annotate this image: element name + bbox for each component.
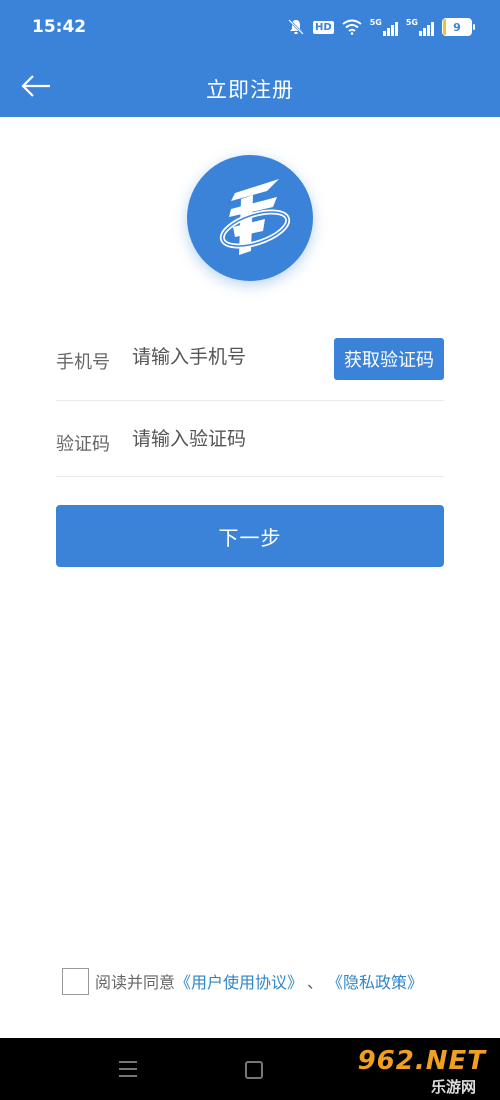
watermark-bottom: 乐游网 xyxy=(430,1078,476,1096)
signal-5g-icon-1: 5G xyxy=(370,18,398,36)
agreement-checkbox[interactable] xyxy=(62,967,89,995)
status-icons: HD 5G 5G 9 xyxy=(287,16,475,38)
page-title: 立即注册 xyxy=(206,78,294,102)
app-logo-graphic xyxy=(219,179,291,255)
battery-icon: 9 xyxy=(442,18,475,36)
get-code-button[interactable]: 获取验证码 xyxy=(334,338,444,380)
battery-fill xyxy=(443,19,446,35)
home-square-icon[interactable] xyxy=(245,1061,263,1079)
next-button[interactable]: 下一步 xyxy=(56,505,444,567)
status-time: 15:42 xyxy=(32,17,87,37)
header-bar: 15:42 HD 5G 5G 9 立即注册 xyxy=(0,0,500,117)
signal-5g-icon-2: 5G xyxy=(406,18,434,36)
menu-icon[interactable] xyxy=(119,1061,137,1077)
user-agreement-link[interactable]: 《用户使用协议》 xyxy=(175,969,303,993)
hd-icon: HD xyxy=(313,20,334,34)
status-bar: 15:42 HD 5G 5G 9 xyxy=(0,0,500,56)
privacy-policy-link[interactable]: 《隐私政策》 xyxy=(327,969,423,993)
agreement-prefix: 阅读并同意 xyxy=(95,973,176,992)
watermark-top: 962.NET xyxy=(357,1046,486,1076)
phone-label: 手机号 xyxy=(56,352,110,373)
watermark-logo: 962.NET 乐游网 xyxy=(358,1046,490,1096)
phone-input[interactable] xyxy=(132,346,332,368)
code-row: 验证码 xyxy=(56,402,444,477)
code-label: 验证码 xyxy=(56,434,110,455)
battery-level: 9 xyxy=(453,20,461,34)
wifi-icon xyxy=(342,19,362,35)
phone-row: 手机号 获取验证码 xyxy=(56,318,444,401)
agreement-row: 阅读并同意 《用户使用协议》 、 《隐私政策》 xyxy=(62,966,423,996)
agreement-separator: 、 xyxy=(307,973,324,992)
app-logo-icon xyxy=(187,155,313,281)
code-input[interactable] xyxy=(132,428,432,450)
mute-bell-icon xyxy=(288,19,304,35)
